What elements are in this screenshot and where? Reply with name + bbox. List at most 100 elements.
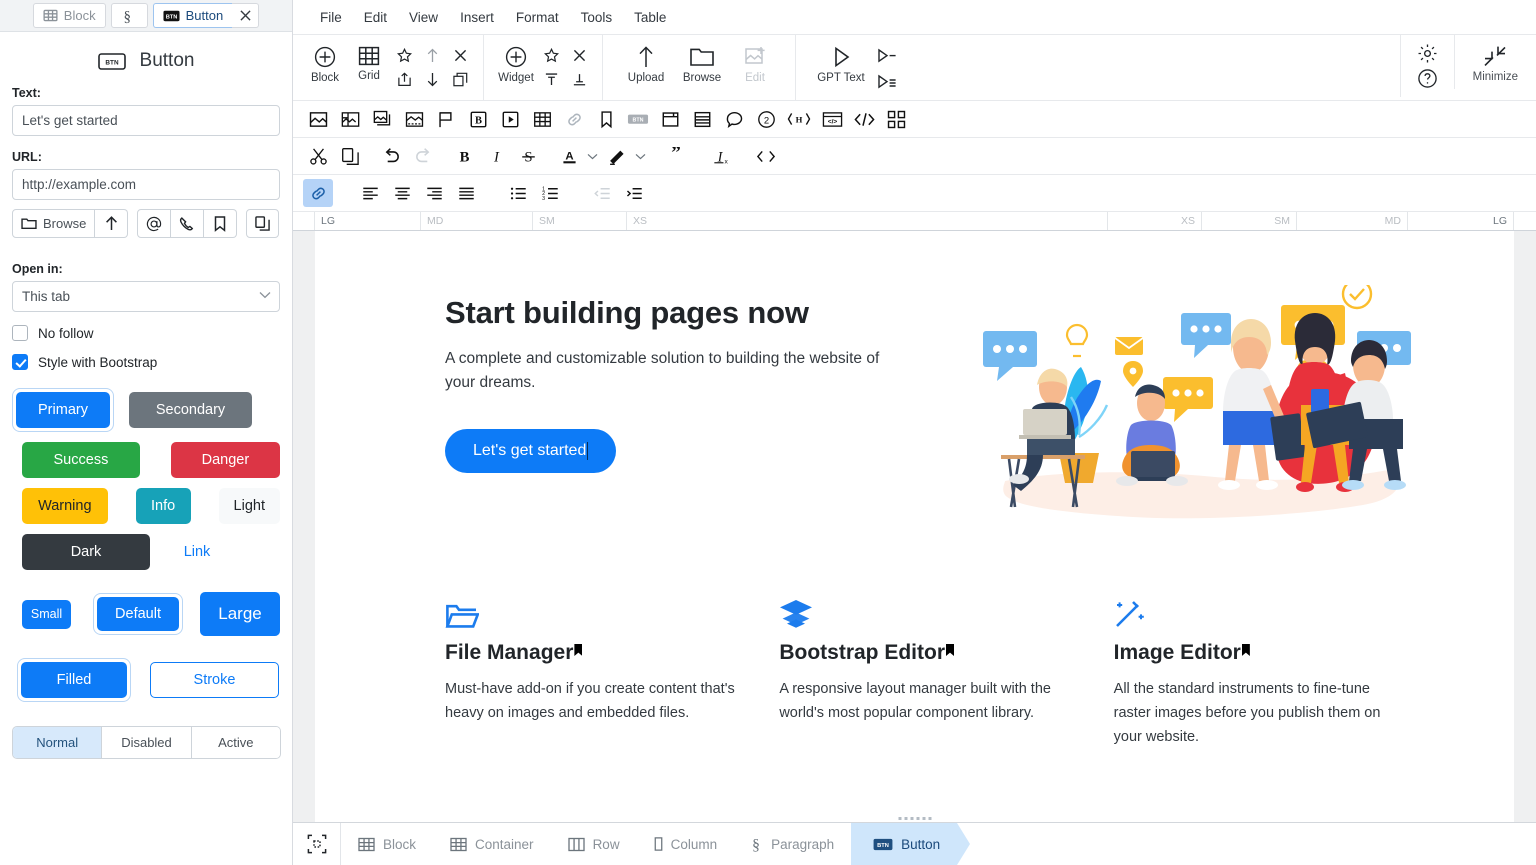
breadcrumb-block[interactable]: Block — [341, 823, 433, 865]
sidebar-tab-button[interactable]: BTN Button — [152, 3, 233, 28]
size-default[interactable]: Default — [97, 597, 180, 631]
close-icon[interactable] — [447, 44, 473, 66]
resize-handle[interactable] — [898, 817, 931, 820]
variant-danger[interactable]: Danger — [170, 442, 280, 478]
copy-button[interactable] — [246, 209, 280, 238]
gpt-line-icon[interactable] — [872, 44, 902, 68]
ruler-mark-lg-left[interactable]: LG — [315, 212, 421, 230]
upload-icon-button[interactable] — [95, 209, 129, 238]
state-disabled[interactable]: Disabled — [102, 727, 192, 758]
ruler-mark-xs-left[interactable]: XS — [627, 212, 1108, 230]
block-button[interactable]: Block — [303, 41, 347, 87]
image-stack-icon[interactable] — [367, 105, 397, 133]
bullet-list-icon[interactable] — [503, 179, 533, 207]
feature-title[interactable]: File Manager — [445, 641, 735, 665]
phone-button[interactable] — [171, 209, 205, 238]
grid-button[interactable]: Grid — [347, 41, 391, 85]
minimize-button[interactable]: Minimize — [1453, 35, 1536, 89]
feature-body[interactable]: A responsive layout manager built with t… — [779, 677, 1069, 725]
fill-filled[interactable]: Filled — [21, 662, 127, 698]
nofollow-row[interactable]: No follow — [12, 325, 280, 341]
variant-light[interactable]: Light — [218, 488, 280, 524]
code-window-icon[interactable]: </> — [817, 105, 847, 133]
align-top-icon[interactable] — [538, 68, 564, 90]
text-input[interactable] — [12, 105, 280, 136]
align-center-icon[interactable] — [387, 179, 417, 207]
hero-cta-button[interactable]: Let's get started — [445, 429, 617, 474]
image-icon[interactable] — [303, 105, 333, 133]
clear-format-icon[interactable]: Ix — [704, 142, 738, 170]
close-icon[interactable] — [566, 44, 592, 66]
variant-link[interactable]: Link — [167, 534, 227, 570]
button-icon[interactable]: BTN — [623, 105, 653, 133]
bootstrap-row[interactable]: Style with Bootstrap — [12, 354, 280, 370]
email-button[interactable] — [137, 209, 172, 238]
fill-stroke[interactable]: Stroke — [150, 662, 279, 698]
breadcrumb-container[interactable]: Container — [433, 823, 551, 865]
indent-icon[interactable] — [619, 179, 649, 207]
link-icon[interactable] — [303, 179, 333, 207]
align-right-icon[interactable] — [419, 179, 449, 207]
align-left-icon[interactable] — [355, 179, 385, 207]
menu-edit[interactable]: Edit — [353, 6, 398, 29]
ruler-mark-lg-right[interactable]: LG — [1408, 212, 1514, 230]
image-caption-icon[interactable] — [399, 105, 429, 133]
breadcrumb-paragraph[interactable]: § Paragraph — [734, 823, 851, 865]
qr-icon[interactable] — [881, 105, 911, 133]
source-code-icon[interactable] — [749, 142, 783, 170]
breadcrumb-button[interactable]: BTN Button — [838, 822, 971, 865]
table-icon[interactable] — [527, 105, 557, 133]
help-icon[interactable] — [1417, 68, 1438, 89]
variant-success[interactable]: Success — [22, 442, 140, 478]
variant-primary[interactable]: Primary — [16, 392, 110, 428]
variant-warning[interactable]: Warning — [22, 488, 108, 524]
browse-button[interactable]: Browse — [12, 209, 96, 238]
size-large[interactable]: Large — [200, 592, 280, 636]
sidebar-tab-paragraph[interactable]: § — [110, 3, 148, 28]
align-justify-icon[interactable] — [451, 179, 481, 207]
arrow-down-icon[interactable] — [419, 68, 445, 90]
strikethrough-icon[interactable]: S — [513, 142, 543, 170]
feature-title[interactable]: Bootstrap Editor — [779, 641, 1069, 665]
breadcrumb-column[interactable]: Column — [637, 823, 735, 865]
menu-view[interactable]: View — [398, 6, 449, 29]
flag-icon[interactable] — [431, 105, 461, 133]
font-color-icon[interactable]: A — [554, 142, 584, 170]
gpt-list-icon[interactable] — [872, 70, 902, 94]
gear-icon[interactable] — [1417, 43, 1438, 64]
ruler-mark-md-right[interactable]: MD — [1297, 212, 1408, 230]
menu-format[interactable]: Format — [505, 6, 570, 29]
bookmark-icon[interactable] — [591, 105, 621, 133]
cut-icon[interactable] — [303, 142, 333, 170]
circle-two-icon[interactable]: 2 — [751, 105, 781, 133]
bootstrap-checkbox[interactable] — [12, 354, 28, 370]
nofollow-checkbox[interactable] — [12, 325, 28, 341]
gpt-text-button[interactable]: GPT Text — [810, 41, 872, 87]
edit-image-button[interactable]: Edit — [731, 41, 779, 87]
star-icon[interactable] — [391, 44, 417, 66]
ruler-mark-xs-right[interactable]: XS — [1108, 212, 1202, 230]
variant-dark[interactable]: Dark — [22, 534, 150, 570]
ruler-mark-sm-left[interactable]: SM — [533, 212, 627, 230]
menu-table[interactable]: Table — [623, 6, 677, 29]
code-icon[interactable] — [849, 105, 879, 133]
ruler-mark-sm-right[interactable]: SM — [1202, 212, 1297, 230]
menu-tools[interactable]: Tools — [570, 6, 624, 29]
export-icon[interactable] — [391, 68, 417, 90]
highlight-chevron-down-icon[interactable] — [632, 142, 648, 170]
menu-file[interactable]: File — [309, 6, 353, 29]
feature-title[interactable]: Image Editor — [1114, 641, 1404, 665]
outdent-icon[interactable] — [587, 179, 617, 207]
numbered-list-icon[interactable]: 123 — [535, 179, 565, 207]
widget-button[interactable]: Widget — [494, 41, 538, 87]
feature-body[interactable]: All the standard instruments to fine-tun… — [1114, 677, 1404, 749]
breadcrumb-row[interactable]: Row — [551, 823, 637, 865]
url-input[interactable] — [12, 169, 280, 200]
video-icon[interactable] — [495, 105, 525, 133]
window-icon[interactable] — [655, 105, 685, 133]
image-gallery-icon[interactable] — [335, 105, 365, 133]
state-normal[interactable]: Normal — [13, 727, 103, 758]
align-bottom-icon[interactable] — [566, 68, 592, 90]
copy-icon[interactable] — [335, 142, 365, 170]
menu-insert[interactable]: Insert — [449, 6, 505, 29]
